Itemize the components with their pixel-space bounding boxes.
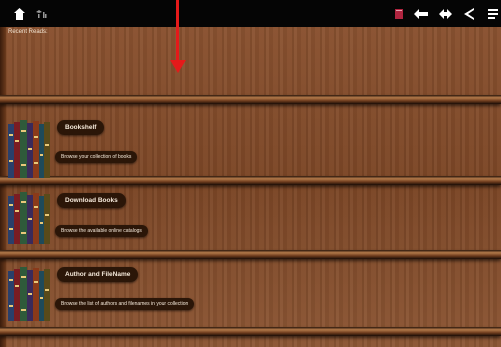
books-icon <box>8 267 50 321</box>
bookmark-icon[interactable] <box>395 9 403 19</box>
bookshelf-title[interactable]: Bookshelf <box>57 120 105 135</box>
home-icon[interactable] <box>14 8 25 20</box>
back-arrow-icon[interactable] <box>414 9 428 19</box>
annotation-arrow-head <box>170 60 186 73</box>
books-icon <box>8 120 50 178</box>
author-filename-description: Browse the list of authors and filenames… <box>55 298 195 310</box>
shelf-ledge <box>0 327 501 336</box>
top-action-bar <box>0 0 501 27</box>
bookshelf-description: Browse your collection of books <box>55 151 138 163</box>
annotation-arrow-line <box>176 0 179 64</box>
shelf-ledge <box>0 176 501 185</box>
author-filename-title[interactable]: Author and FileName <box>57 267 139 282</box>
signal-icon <box>36 10 47 18</box>
download-books-description: Browse the available online catalogs <box>55 225 148 237</box>
chevron-left-icon[interactable] <box>464 8 475 20</box>
shelf-ledge <box>0 95 501 104</box>
menu-icon[interactable] <box>488 9 498 19</box>
recent-reads-label: Recent Reads: <box>8 29 48 35</box>
shelf-side <box>0 27 6 347</box>
navigate-icon[interactable] <box>439 9 452 19</box>
shelf-ledge <box>0 250 501 259</box>
books-icon <box>8 192 50 244</box>
download-books-title[interactable]: Download Books <box>57 193 126 208</box>
